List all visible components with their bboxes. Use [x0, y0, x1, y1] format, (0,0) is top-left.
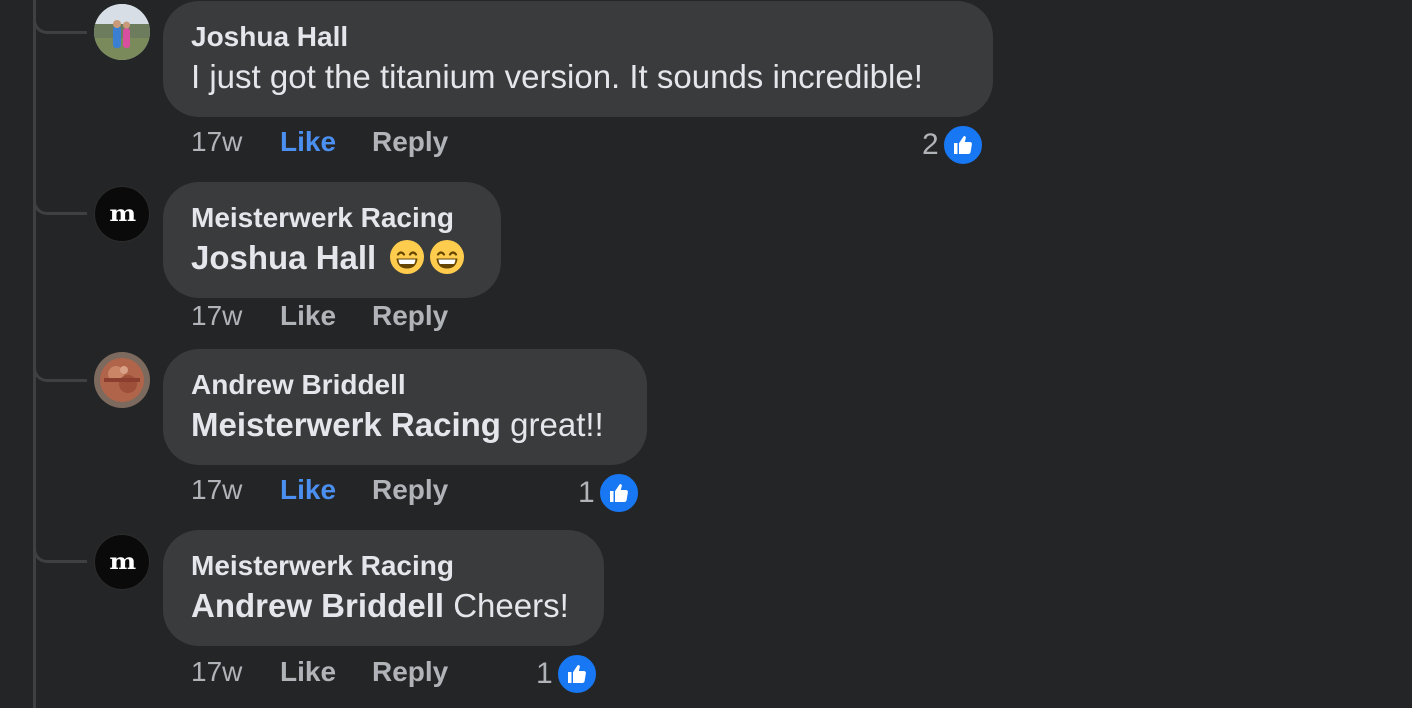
reaction-count: 1 — [536, 657, 553, 690]
comment-author[interactable]: Andrew Briddell — [191, 367, 619, 403]
avatar-photo — [94, 4, 150, 60]
comment-text: Joshua Hall — [191, 236, 473, 280]
reply-button[interactable]: Reply — [372, 300, 448, 332]
grinning-face-icon — [430, 240, 465, 274]
thread-branch — [33, 197, 87, 215]
comment-bubble: Meisterwerk Racing Joshua Hall — [163, 182, 501, 298]
comment-author[interactable]: Joshua Hall — [191, 19, 965, 55]
comment-text: I just got the titanium version. It soun… — [191, 55, 965, 99]
comment-bubble: Joshua Hall I just got the titanium vers… — [163, 1, 993, 117]
mention-link[interactable]: Meisterwerk Racing — [191, 406, 501, 443]
reaction-count: 1 — [578, 476, 595, 509]
comment-text: Andrew Briddell Cheers! — [191, 584, 576, 628]
comment-timestamp[interactable]: 17w — [191, 300, 280, 332]
comment-thread: Joshua Hall I just got the titanium vers… — [0, 0, 1412, 708]
comment-author[interactable]: Meisterwerk Racing — [191, 548, 576, 584]
comment-timestamp[interactable]: 17w — [191, 126, 280, 158]
reply-button[interactable]: Reply — [372, 126, 448, 158]
like-button[interactable]: Like — [280, 656, 372, 688]
reply-button[interactable]: Reply — [372, 656, 448, 688]
comment-body: Cheers! — [453, 587, 569, 624]
reaction-summary[interactable]: 1 — [536, 653, 598, 695]
thread-branch — [33, 16, 87, 34]
grinning-face-icon — [390, 240, 425, 274]
like-button[interactable]: Like — [280, 474, 372, 506]
reaction-summary[interactable]: 2 — [922, 124, 984, 166]
comment-text: Meisterwerk Racing great!! — [191, 403, 619, 447]
thumbs-up-icon — [555, 653, 598, 695]
thread-line — [33, 0, 36, 708]
comment-bubble: Meisterwerk Racing Andrew Briddell Cheer… — [163, 530, 604, 646]
comment-body: I just got the titanium version. It soun… — [191, 58, 923, 95]
avatar[interactable] — [94, 352, 150, 408]
reaction-summary[interactable]: 1 — [578, 472, 640, 514]
reply-button[interactable]: Reply — [372, 474, 448, 506]
mention-link[interactable]: Joshua Hall — [191, 239, 376, 276]
thread-branch — [33, 545, 87, 563]
thread-branch — [33, 364, 87, 382]
comment-actions: 17w Like Reply — [191, 474, 448, 506]
comment-author[interactable]: Meisterwerk Racing — [191, 200, 473, 236]
comment-actions: 17w Like Reply — [191, 126, 448, 158]
avatar[interactable] — [94, 4, 150, 60]
avatar-photo — [94, 352, 150, 408]
comment-body: great!! — [510, 406, 604, 443]
mention-link[interactable]: Andrew Briddell — [191, 587, 444, 624]
avatar[interactable]: m — [94, 534, 150, 590]
comment-actions: 17w Like Reply — [191, 300, 448, 332]
thumbs-up-icon — [941, 124, 984, 166]
like-button[interactable]: Like — [280, 126, 372, 158]
brand-logo: m — [109, 549, 137, 575]
comment-timestamp[interactable]: 17w — [191, 474, 280, 506]
brand-logo: m — [109, 201, 137, 227]
comment-timestamp[interactable]: 17w — [191, 656, 280, 688]
reaction-count: 2 — [922, 128, 939, 161]
avatar[interactable]: m — [94, 186, 150, 242]
comment-bubble: Andrew Briddell Meisterwerk Racing great… — [163, 349, 647, 465]
thumbs-up-icon — [597, 472, 640, 514]
like-button[interactable]: Like — [280, 300, 372, 332]
comment-actions: 17w Like Reply — [191, 656, 448, 688]
